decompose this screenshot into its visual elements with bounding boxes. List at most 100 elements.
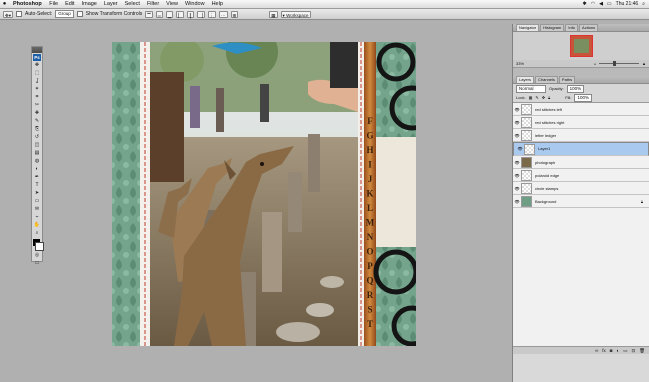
zoom-in-icon[interactable]: ▲	[642, 61, 646, 66]
marquee-tool-icon[interactable]: ⬚	[33, 70, 41, 77]
zoom-out-icon[interactable]: ▵	[594, 61, 596, 66]
layer-row[interactable]: 👁︎ photograph	[513, 156, 649, 169]
menu-window[interactable]: Window	[182, 1, 209, 7]
fill-input[interactable]: 100%	[574, 93, 592, 102]
menu-view[interactable]: View	[163, 1, 182, 7]
ps-logo[interactable]: Ps	[33, 54, 41, 61]
navigator-thumbnail[interactable]	[570, 35, 593, 57]
volume-icon[interactable]: ◀	[599, 1, 603, 7]
auto-select-checkbox[interactable]	[16, 11, 23, 17]
tools-panel-header[interactable]	[32, 47, 42, 53]
brush-tool-icon[interactable]: ✎	[33, 118, 41, 125]
visibility-eye-icon[interactable]: 👁︎	[516, 146, 524, 152]
auto-align-button[interactable]: ⊞	[230, 10, 239, 18]
zoom-slider[interactable]	[599, 61, 640, 66]
lock-all-icon[interactable]: 🔒︎	[548, 95, 550, 100]
visibility-eye-icon[interactable]: 👁︎	[513, 107, 521, 112]
new-group-icon[interactable]: ▭	[623, 348, 627, 354]
lock-move-icon[interactable]: ✥	[542, 95, 545, 100]
layer-row[interactable]: 👁︎ letter ledger	[513, 129, 649, 142]
visibility-eye-icon[interactable]: 👁︎	[513, 199, 521, 204]
align-right-button[interactable]: ▕	[197, 10, 205, 18]
tab-info[interactable]: Info	[565, 24, 579, 31]
visibility-eye-icon[interactable]: 👁︎	[513, 186, 521, 191]
battery-icon[interactable]: ▭	[607, 1, 612, 7]
visibility-eye-icon[interactable]: 👁︎	[513, 160, 521, 165]
bridge-button[interactable]: ▦	[269, 10, 278, 18]
adjustment-layer-icon[interactable]: ◐	[617, 348, 620, 353]
lock-transparent-icon[interactable]: ▦	[529, 95, 533, 100]
menu-edit[interactable]: Edit	[62, 1, 78, 7]
distribute-button[interactable]: ⋮	[207, 10, 216, 18]
align-bottom-button[interactable]: ▁	[165, 10, 174, 18]
layer-style-icon[interactable]: fx	[602, 348, 606, 353]
move-tool-preset-button[interactable]: ✥▾	[3, 10, 14, 18]
tab-navigator[interactable]: Navigator	[516, 24, 540, 31]
align-center-button[interactable]: ║	[186, 10, 195, 18]
new-layer-icon[interactable]: ⊡	[632, 348, 636, 354]
menu-filter[interactable]: Filter	[143, 1, 162, 7]
tab-layers[interactable]: Layers	[516, 76, 535, 83]
shape-tool-icon[interactable]: ▭	[33, 198, 41, 205]
align-top-button[interactable]: ▔	[145, 10, 153, 18]
history-brush-tool-icon[interactable]: ↺	[33, 134, 41, 141]
transform-controls-checkbox[interactable]	[76, 11, 83, 17]
layer-row[interactable]: 👁︎ circle stamps	[513, 182, 649, 195]
menu-help[interactable]: Help	[208, 1, 226, 7]
layer-row[interactable]: 👁︎ polaroid edge	[513, 169, 649, 182]
lasso-tool-icon[interactable]: ʆ	[33, 78, 41, 85]
document-canvas[interactable]: FGHIJKLMNOPQRST	[112, 42, 416, 346]
blur-tool-icon[interactable]: ◍	[33, 158, 41, 165]
tab-channels[interactable]: Channels	[535, 76, 558, 83]
type-tool-icon[interactable]: T	[33, 182, 41, 189]
dodge-tool-icon[interactable]: ◐	[33, 166, 41, 173]
workspace-button[interactable]: ▾ Workspace	[280, 10, 311, 18]
menu-file[interactable]: File	[46, 1, 62, 7]
menu-layer[interactable]: Layer	[100, 1, 121, 7]
lock-paint-icon[interactable]: ✎	[535, 95, 538, 100]
clone-stamp-tool-icon[interactable]: ⎘	[33, 126, 41, 133]
layer-row[interactable]: 👁︎ red stitches right	[513, 116, 649, 129]
apple-menu-icon[interactable]: ●	[0, 1, 9, 7]
bluetooth-icon[interactable]: ✱	[582, 1, 586, 7]
slice-tool-icon[interactable]: ✂	[33, 102, 41, 109]
eraser-tool-icon[interactable]: ◫	[33, 142, 41, 149]
opacity-input[interactable]: 100%	[566, 84, 585, 93]
zoom-tool-icon[interactable]: ⌕	[33, 230, 41, 237]
path-selection-tool-icon[interactable]: ➤	[33, 190, 41, 197]
delete-layer-icon[interactable]: 🗑︎	[639, 348, 645, 354]
quick-mask-icon[interactable]: ◎	[33, 252, 41, 259]
clock[interactable]: Thu 21:46	[616, 1, 639, 7]
navigator-zoom-value[interactable]: 33%	[516, 61, 524, 66]
move-tool-icon[interactable]: ✥	[33, 62, 41, 69]
align-left-button[interactable]: ▏	[176, 10, 184, 18]
blend-mode-dropdown[interactable]: Normal	[516, 84, 546, 93]
menu-select[interactable]: Select	[121, 1, 143, 7]
tab-actions[interactable]: Actions	[579, 24, 599, 31]
hand-tool-icon[interactable]: ✋	[33, 222, 41, 229]
auto-select-dropdown[interactable]: Group	[55, 10, 74, 18]
layer-row[interactable]: 👁︎ red stitches left	[513, 103, 649, 116]
healing-brush-tool-icon[interactable]: ✚	[33, 110, 41, 117]
distribute-h-button[interactable]: ⋯	[219, 10, 228, 18]
crop-tool-icon[interactable]: ⌗	[33, 94, 41, 101]
eyedropper-tool-icon[interactable]: ⌁	[33, 214, 41, 221]
spotlight-icon[interactable]: ⌕	[642, 1, 645, 7]
align-middle-button[interactable]: ═	[155, 10, 163, 18]
link-layers-icon[interactable]: ∞	[595, 348, 598, 353]
layer-row[interactable]: 👁︎ Background 🔒︎	[513, 195, 649, 208]
visibility-eye-icon[interactable]: 👁︎	[513, 173, 521, 178]
wifi-icon[interactable]: ◠	[591, 1, 595, 7]
visibility-eye-icon[interactable]: 👁︎	[513, 133, 521, 138]
pen-tool-icon[interactable]: ✒	[33, 174, 41, 181]
gradient-tool-icon[interactable]: ▤	[33, 150, 41, 157]
background-color-swatch[interactable]	[35, 242, 44, 251]
app-name-menu[interactable]: Photoshop	[9, 1, 46, 7]
visibility-eye-icon[interactable]: 👁︎	[513, 120, 521, 125]
layer-row[interactable]: 👁︎ Layer1	[513, 142, 649, 156]
layer-mask-icon[interactable]: ◙	[610, 348, 613, 353]
tab-histogram[interactable]: Histogram	[540, 24, 565, 31]
menu-image[interactable]: Image	[78, 1, 100, 7]
tab-paths[interactable]: Paths	[558, 76, 576, 83]
magic-wand-tool-icon[interactable]: ✶	[33, 86, 41, 93]
